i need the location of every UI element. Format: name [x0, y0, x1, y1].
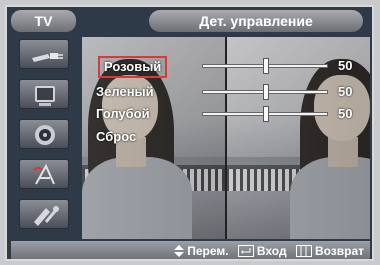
slider-knob[interactable]: [263, 106, 269, 122]
adjust-slider[interactable]: [202, 84, 328, 100]
footer-hint-bar: Перем. Вход Возврат: [11, 241, 370, 259]
adjust-label: Зеленый: [96, 84, 154, 99]
sidebar-item-input[interactable]: [19, 39, 69, 69]
tv-title-badge: TV: [11, 10, 76, 32]
channel-antenna-icon: [33, 163, 55, 185]
sidebar-item-channel[interactable]: [19, 159, 69, 189]
sidebar-item-sound[interactable]: [19, 119, 69, 149]
adjust-slider[interactable]: [202, 58, 328, 74]
picture-icon: [35, 86, 55, 106]
menu-sidebar: [11, 37, 77, 239]
enter-icon: [237, 245, 254, 257]
adjust-label: Голубой: [96, 106, 150, 121]
input-plug-icon: [32, 53, 63, 62]
slider-knob[interactable]: [263, 84, 269, 100]
sidebar-item-setup[interactable]: [19, 199, 69, 229]
adjust-row-blue[interactable]: Голубой 50: [82, 104, 370, 124]
menu-return-icon: [295, 245, 312, 257]
adjust-value: 50: [338, 106, 353, 121]
menu-title: Дет. управление: [149, 10, 363, 32]
adjust-slider[interactable]: [202, 106, 328, 122]
sidebar-item-picture[interactable]: [19, 79, 69, 109]
hint-enter: Вход: [237, 241, 287, 259]
slider-knob[interactable]: [263, 58, 269, 74]
tv-osd-window: TV Дет. управление Розовый 50 Зеленый 50…: [5, 5, 374, 261]
adjust-value: 50: [338, 84, 353, 99]
reset-label: Сброс: [96, 129, 137, 144]
adjust-row-pink[interactable]: Розовый 50: [82, 56, 370, 78]
hint-return: Возврат: [295, 241, 364, 259]
adjust-row-reset[interactable]: Сброс: [82, 127, 370, 147]
hint-move: Перем.: [174, 241, 229, 259]
speaker-icon: [35, 125, 55, 145]
adjust-value: 50: [338, 58, 353, 73]
preview-area: Розовый 50 Зеленый 50 Голубой 50 Сброс: [82, 37, 370, 239]
settings-tools-icon: [34, 206, 59, 226]
adjust-row-green[interactable]: Зеленый 50: [82, 82, 370, 102]
adjust-label: Розовый: [98, 56, 168, 78]
updown-arrow-icon: [174, 245, 185, 257]
